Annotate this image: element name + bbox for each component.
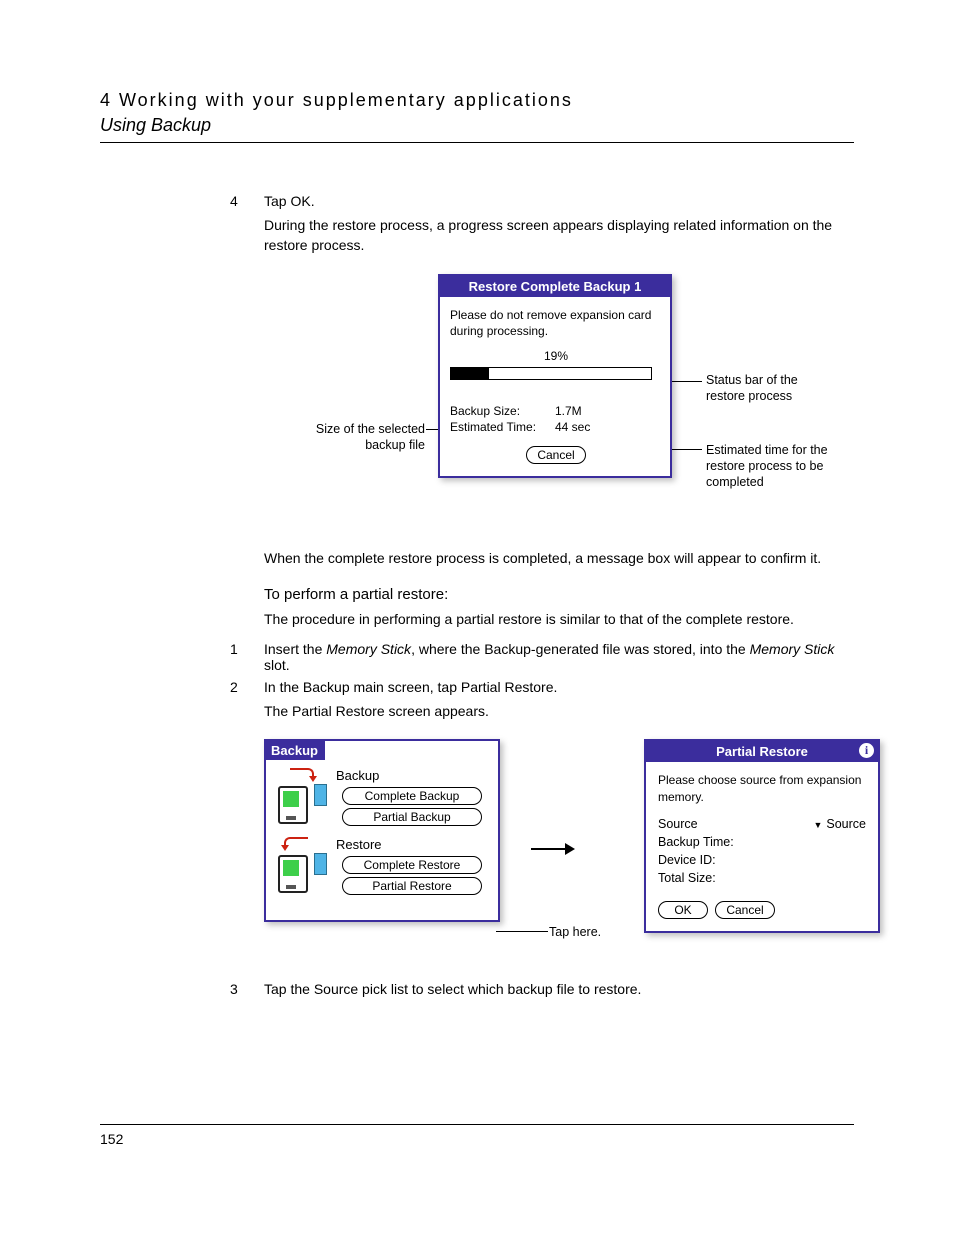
page-footer: 152 <box>100 1124 854 1147</box>
callout-estimated-time: Estimated time for the restore process t… <box>706 442 866 491</box>
step-number: 4 <box>230 193 264 268</box>
page-header: 4 Working with your supplementary applic… <box>100 90 854 143</box>
step-number: 2 <box>230 679 264 733</box>
arrow-icon <box>531 839 575 855</box>
total-size-row: Total Size: <box>658 871 866 885</box>
estimated-time-value: 44 sec <box>555 420 590 434</box>
device-icon <box>278 786 308 824</box>
section-title: Using Backup <box>100 115 854 136</box>
estimated-time-label: Estimated Time: <box>450 420 555 434</box>
device-icon <box>278 855 308 893</box>
step-text: In the Backup main screen, tap Partial R… <box>264 679 557 695</box>
callout-status-bar: Status bar of the restore process <box>706 372 836 405</box>
backup-size-row: Backup Size: 1.7M <box>450 404 662 418</box>
ok-button[interactable]: OK <box>658 901 708 919</box>
post-figure-paragraph: When the complete restore process is com… <box>264 548 854 568</box>
group-label: Backup <box>336 768 490 783</box>
device-id-row: Device ID: <box>658 853 866 867</box>
callout-line <box>496 931 548 932</box>
callout-tap-here: Tap here. <box>549 925 601 939</box>
group-label: Restore <box>336 837 490 852</box>
window-title: Backup <box>264 739 325 760</box>
window-title: Restore Complete Backup 1 <box>440 276 670 297</box>
info-icon[interactable]: i <box>859 743 874 758</box>
instruction-text: Please choose source from expansion memo… <box>658 772 866 804</box>
step-1: 1 Insert the Memory Stick, where the Bac… <box>230 641 854 673</box>
complete-restore-button[interactable]: Complete Restore <box>342 856 482 874</box>
step-paragraph: The Partial Restore screen appears. <box>264 701 854 721</box>
memory-card-icon <box>314 784 327 806</box>
step-text: Insert the Memory Stick, where the Backu… <box>264 641 854 673</box>
estimated-time-row: Estimated Time: 44 sec <box>450 420 662 434</box>
memory-card-icon <box>314 853 327 875</box>
procedure-heading: To perform a partial restore: <box>264 586 854 603</box>
step-text: Tap the Source pick list to select which… <box>264 981 854 997</box>
body-content: 4 Tap OK. During the restore process, a … <box>230 193 854 997</box>
backup-main-window: Backup Backup Complete Backup Partial Ba… <box>264 739 500 922</box>
backup-group: Backup Complete Backup Partial Backup <box>274 768 490 829</box>
step-paragraph: During the restore process, a progress s… <box>264 215 854 256</box>
restore-group: Restore Complete Restore Partial Restore <box>274 837 490 898</box>
source-picklist[interactable]: Source <box>813 817 866 831</box>
backup-size-label: Backup Size: <box>450 404 555 418</box>
progress-percent: 19% <box>450 349 662 363</box>
callout-backup-size: Size of the selected backup file <box>285 421 425 454</box>
complete-backup-button[interactable]: Complete Backup <box>342 787 482 805</box>
warning-message: Please do not remove expansion card duri… <box>450 307 662 339</box>
backup-time-row: Backup Time: <box>658 835 866 849</box>
backup-icon <box>274 768 334 824</box>
step-text: Tap OK. <box>264 193 315 209</box>
step-4: 4 Tap OK. During the restore process, a … <box>230 193 854 268</box>
partial-restore-button[interactable]: Partial Restore <box>342 877 482 895</box>
cancel-button[interactable]: Cancel <box>715 901 774 919</box>
window-title: Partial Restore i <box>646 741 878 762</box>
partial-restore-window: Partial Restore i Please choose source f… <box>644 739 880 932</box>
source-row: Source Source <box>658 817 866 831</box>
figure-partial-restore: Backup Backup Complete Backup Partial Ba… <box>264 739 854 969</box>
progress-bar <box>450 367 652 380</box>
restore-icon <box>274 837 334 893</box>
step-number: 1 <box>230 641 264 673</box>
chapter-title: 4 Working with your supplementary applic… <box>100 90 854 111</box>
figure-restore-progress: Size of the selected backup file Status … <box>230 274 854 524</box>
page-number: 152 <box>100 1131 123 1147</box>
source-label: Source <box>658 817 698 831</box>
step-3: 3 Tap the Source pick list to select whi… <box>230 981 854 997</box>
partial-backup-button[interactable]: Partial Backup <box>342 808 482 826</box>
step-2: 2 In the Backup main screen, tap Partial… <box>230 679 854 733</box>
restore-progress-window: Restore Complete Backup 1 Please do not … <box>438 274 672 478</box>
cancel-button[interactable]: Cancel <box>526 446 585 464</box>
backup-size-value: 1.7M <box>555 404 582 418</box>
step-number: 3 <box>230 981 264 997</box>
manual-page: 4 Working with your supplementary applic… <box>0 0 954 1235</box>
procedure-intro: The procedure in performing a partial re… <box>264 609 854 629</box>
progress-fill <box>451 368 489 379</box>
